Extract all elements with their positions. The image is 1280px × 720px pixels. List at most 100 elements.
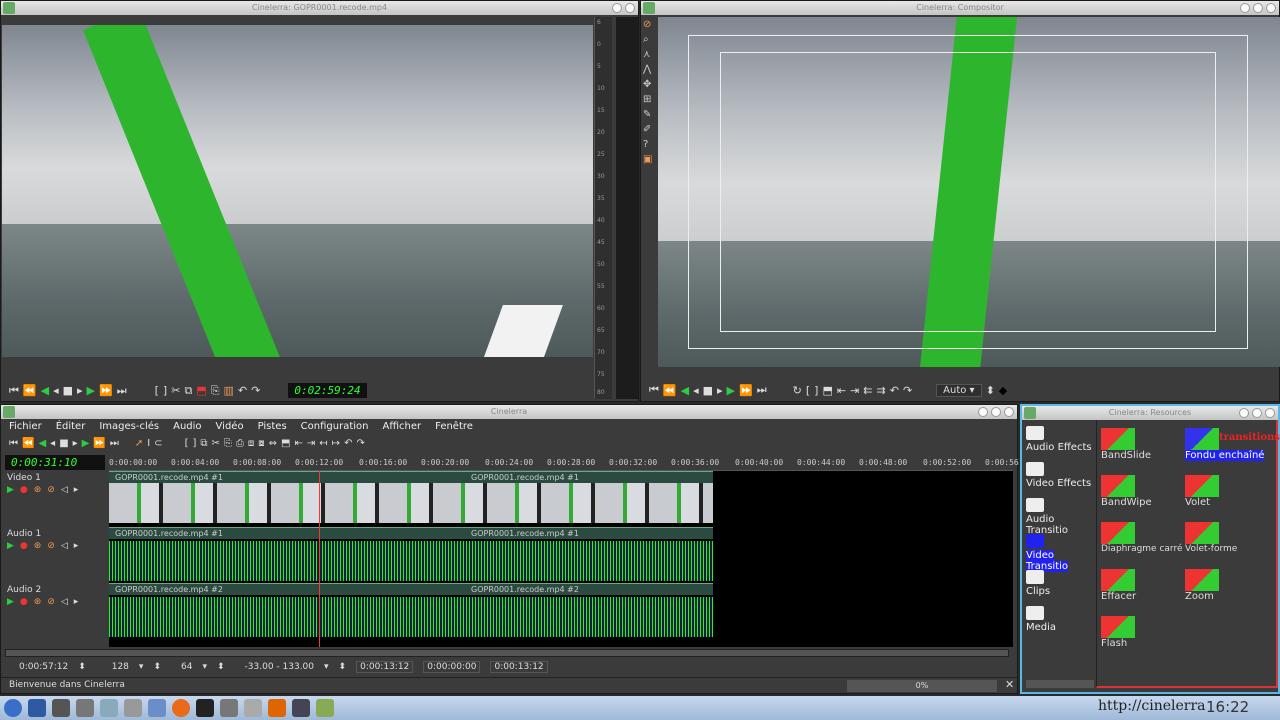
rewind-start-icon[interactable]: ⏮ [649, 383, 659, 397]
out-point-icon[interactable]: ] [192, 438, 196, 449]
maximize-button[interactable] [1253, 3, 1263, 13]
horizontal-scrollbar[interactable] [5, 649, 1009, 657]
label-icon[interactable]: ⬒ [281, 438, 290, 449]
prev-edit-icon[interactable]: ⇇ [863, 384, 872, 397]
arrow-tool-icon[interactable]: ➚ [135, 438, 143, 449]
jump-end-icon[interactable]: ⏭ [117, 384, 127, 398]
menu-fichier[interactable]: Fichier [9, 419, 42, 435]
viewer-titlebar[interactable]: Cinelerra: GOPR0001.recode.mp4 [1, 1, 638, 15]
start-menu-icon[interactable] [4, 699, 22, 717]
dropdown-arrow-icon[interactable]: ▾ [324, 662, 329, 672]
next-edit-icon[interactable]: ⇉ [877, 384, 886, 397]
resources-titlebar[interactable]: Cinelerra: Resources [1022, 406, 1278, 420]
expand-track-icon[interactable]: ▸ [74, 485, 79, 495]
minimize-button[interactable] [978, 407, 988, 417]
sample-zoom-value[interactable]: 128 [112, 662, 129, 672]
selection-length-field[interactable]: 0:00:00:00 [423, 661, 481, 673]
home-icon[interactable] [148, 699, 166, 717]
gang-track-icon[interactable]: ⊘ [47, 541, 55, 551]
clip-icon[interactable]: ▥ [224, 384, 234, 397]
close-button[interactable] [625, 3, 635, 13]
undo-icon[interactable]: ↶ [238, 384, 247, 397]
amp-stepper-icon[interactable]: ⬍ [217, 662, 225, 672]
mute-track-icon[interactable]: ◁ [61, 597, 68, 607]
fast-forward-icon[interactable]: ⏩ [93, 438, 105, 449]
menu-audio[interactable]: Audio [173, 419, 201, 435]
ibeam-tool-icon[interactable]: I [147, 438, 150, 449]
track-name[interactable]: Video 1 [3, 471, 107, 485]
clip-title[interactable]: GOPR0001.recode.mp4 #1 [465, 527, 713, 539]
audio-waveform[interactable] [109, 597, 713, 637]
jump-end-icon[interactable]: ⏭ [110, 438, 119, 449]
protect-icon[interactable]: ⊘ [643, 19, 657, 30]
transition-effacer[interactable]: Effacer [1101, 569, 1136, 602]
in-point-icon[interactable]: [ [185, 438, 189, 449]
transition-bandwipe[interactable]: BandWipe [1101, 475, 1152, 508]
menu-pistes[interactable]: Pistes [258, 419, 287, 435]
dropdown-arrow-icon[interactable]: ▾ [202, 662, 207, 672]
settings-icon[interactable] [220, 699, 238, 717]
frame-forward-icon[interactable]: ▸ [77, 384, 83, 397]
arm-track-icon[interactable]: ⊛ [34, 485, 42, 495]
frame-back-icon[interactable]: ◂ [53, 384, 59, 397]
zoom-icon[interactable]: ⌕ [643, 34, 657, 45]
transition-volet-forme[interactable]: Volet-forme [1185, 522, 1237, 554]
redo-icon[interactable]: ↷ [356, 438, 364, 449]
track-name[interactable]: Audio 1 [3, 527, 107, 541]
play-reverse-icon[interactable]: ◀ [681, 384, 689, 397]
printer-icon[interactable] [292, 699, 310, 717]
maximize-button[interactable] [1252, 408, 1262, 418]
timeline-ruler[interactable]: 0:00:00:00 0:00:04:00 0:00:08:00 0:00:12… [109, 455, 1019, 471]
copy-icon[interactable]: ⎘ [224, 438, 232, 449]
safe-region-icon[interactable]: ▣ [643, 154, 657, 165]
undo-icon[interactable]: ↶ [890, 384, 899, 397]
folder-audio-effects[interactable]: Audio Effects [1026, 426, 1092, 453]
track-range-value[interactable]: -33.00 - 133.00 [245, 662, 314, 672]
folder-video-transitions[interactable]: Video Transitio [1026, 534, 1096, 572]
prev-label-icon[interactable]: ⇤ [837, 384, 846, 397]
play-icon[interactable]: ▶ [87, 384, 95, 397]
folder-clips[interactable]: Clips [1026, 570, 1050, 597]
label-icon[interactable]: ⬒ [196, 384, 206, 397]
program-titlebar[interactable]: Cinelerra [1, 405, 1017, 419]
fast-rewind-icon[interactable]: ⏪ [663, 384, 677, 397]
folder-scrollbar[interactable] [1026, 680, 1094, 688]
copy-icon[interactable]: ⎘ [211, 384, 220, 398]
frame-forward-icon[interactable]: ▸ [717, 384, 723, 397]
range-stepper-icon[interactable]: ⬍ [339, 662, 347, 672]
desktop-icon[interactable] [28, 699, 46, 717]
ruler-icon[interactable]: ⋀ [643, 64, 657, 75]
keyframe-icon[interactable]: ⊂ [154, 438, 162, 449]
expand-track-icon[interactable]: ▸ [74, 541, 79, 551]
mask-icon[interactable]: ⋏ [643, 49, 657, 60]
eyedropper-icon[interactable]: ✎ [643, 109, 657, 120]
next-label-icon[interactable]: ⇥ [850, 384, 859, 397]
pen-icon[interactable]: ✐ [643, 124, 657, 135]
dropdown-arrow-icon[interactable]: ▾ [139, 662, 144, 672]
close-button[interactable] [1004, 407, 1014, 417]
selection-start-field[interactable]: 0:00:13:12 [356, 661, 414, 673]
audio-waveform[interactable] [109, 541, 713, 581]
record-track-icon[interactable]: ● [20, 597, 28, 607]
play-icon[interactable]: ▶ [727, 384, 735, 397]
prev-label-icon[interactable]: ⇤ [295, 438, 303, 449]
redo-icon[interactable]: ↷ [903, 384, 912, 397]
menu-fenetre[interactable]: Fenêtre [435, 419, 473, 435]
minimize-button[interactable] [612, 3, 622, 13]
cut-icon[interactable]: ✂ [212, 438, 220, 449]
timeline-tracks[interactable]: GOPR0001.recode.mp4 #1 GOPR0001.recode.m… [109, 471, 1013, 647]
minimize-button[interactable] [1239, 408, 1249, 418]
play-track-icon[interactable]: ▶ [7, 485, 14, 495]
selection-end-field[interactable]: 0:00:13:12 [490, 661, 548, 673]
record-diamond-icon[interactable]: ◆ [999, 384, 1007, 397]
workspace-icon[interactable] [52, 699, 70, 717]
jump-end-icon[interactable]: ⏭ [757, 383, 767, 397]
zoom-stepper-icon[interactable]: ⬍ [153, 662, 161, 672]
folder-media[interactable]: Media [1026, 606, 1056, 633]
expand-track-icon[interactable]: ▸ [74, 597, 79, 607]
amp-zoom-value[interactable]: 64 [181, 662, 192, 672]
gang-track-icon[interactable]: ⊘ [47, 485, 55, 495]
out-point-icon[interactable]: ] [163, 384, 167, 397]
clip-title[interactable]: GOPR0001.recode.mp4 #2 [109, 583, 465, 595]
file-manager-icon[interactable] [100, 699, 118, 717]
